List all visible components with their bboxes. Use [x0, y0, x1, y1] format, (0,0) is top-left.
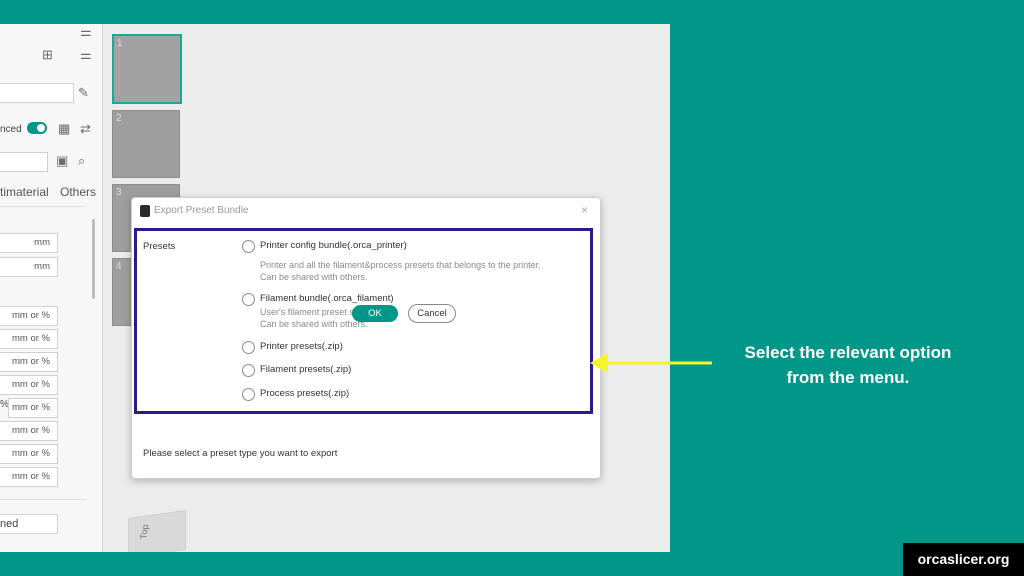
- unit-label: mm or %: [12, 471, 50, 482]
- advanced-toggle[interactable]: [27, 122, 47, 134]
- orca-logo-icon: [140, 205, 150, 217]
- view-cube-label: Top: [138, 524, 151, 540]
- divider: [0, 206, 86, 207]
- radio-button[interactable]: [242, 364, 255, 377]
- option-description: Printer and all the filament&process pre…: [260, 260, 541, 270]
- unit-label: mm: [34, 237, 50, 248]
- search-field[interactable]: [0, 152, 48, 172]
- plate-number: 4: [116, 261, 122, 272]
- app-window: ⚌ ⊞ ⚌ ✎ nced ▦ ⇄ ▣ ⌕ timaterial Others m…: [0, 24, 670, 552]
- sliders-icon[interactable]: ⚌: [80, 25, 92, 39]
- unit-label: mm or %: [12, 310, 50, 321]
- dialog-titlebar: Export Preset Bundle ×: [132, 198, 600, 224]
- unit-label: mm: [34, 261, 50, 272]
- bottom-value: ned: [0, 518, 19, 530]
- arrow-pointer-icon: [590, 353, 712, 373]
- unit-label: mm or %: [12, 425, 50, 436]
- unit-label: mm or %: [12, 402, 50, 413]
- tab-multimaterial[interactable]: timaterial: [0, 185, 49, 199]
- instruction-callout: Select the relevant option from the menu…: [716, 340, 980, 390]
- search-icon[interactable]: ⌕: [78, 154, 85, 168]
- plate-number: 1: [117, 38, 123, 49]
- ok-button[interactable]: OK: [352, 305, 398, 322]
- unit-label: mm or %: [12, 448, 50, 459]
- unit-label: mm or %: [12, 356, 50, 367]
- callout-line-1: Select the relevant option: [744, 343, 952, 362]
- close-icon[interactable]: ×: [581, 203, 588, 217]
- compare-icon[interactable]: ⇄: [80, 122, 91, 136]
- option-description: Can be shared with others.: [260, 319, 368, 329]
- brand-label: orcaslicer.org: [903, 543, 1024, 576]
- advanced-label: nced: [0, 124, 22, 135]
- divider: [0, 499, 86, 500]
- preset-select[interactable]: [0, 83, 74, 103]
- plate-number: 2: [116, 113, 122, 124]
- status-text: Please select a preset type you want to …: [143, 448, 338, 459]
- radio-button[interactable]: [242, 240, 255, 253]
- option-label: Printer config bundle(.orca_printer): [260, 240, 407, 251]
- plate-number: 3: [116, 187, 122, 198]
- save-icon[interactable]: ▣: [56, 154, 68, 168]
- radio-button[interactable]: [242, 388, 255, 401]
- settings-panel: ⚌ ⊞ ⚌ ✎ nced ▦ ⇄ ▣ ⌕ timaterial Others m…: [0, 24, 103, 552]
- add-preset-icon[interactable]: ⊞: [42, 48, 53, 62]
- sliders-icon[interactable]: ⚌: [80, 48, 92, 62]
- radio-button[interactable]: [242, 341, 255, 354]
- option-label: Filament bundle(.orca_filament): [260, 293, 394, 304]
- option-description: Can be shared with others.: [260, 272, 368, 282]
- option-description: User's filament preset set.: [260, 307, 364, 317]
- radio-button[interactable]: [242, 293, 255, 306]
- cancel-button[interactable]: Cancel: [408, 304, 456, 323]
- option-label: Printer presets(.zip): [260, 341, 343, 352]
- unit-label: mm or %: [12, 379, 50, 390]
- edit-icon[interactable]: ✎: [78, 86, 89, 100]
- plate-thumbnail[interactable]: 2: [112, 110, 180, 178]
- dialog-title: Export Preset Bundle: [154, 205, 249, 216]
- tab-others[interactable]: Others: [60, 185, 96, 199]
- scrollbar[interactable]: [92, 219, 95, 299]
- plate-thumbnail[interactable]: 1: [112, 34, 182, 104]
- presets-label: Presets: [143, 241, 176, 252]
- unit-label: mm or %: [12, 333, 50, 344]
- view-cube[interactable]: Top: [128, 509, 186, 552]
- table-icon[interactable]: ▦: [58, 122, 70, 136]
- option-label: Process presets(.zip): [260, 388, 350, 399]
- export-preset-dialog: Export Preset Bundle × Presets Printer c…: [131, 197, 601, 479]
- callout-line-2: from the menu.: [786, 368, 910, 387]
- option-label: Filament presets(.zip): [260, 364, 352, 375]
